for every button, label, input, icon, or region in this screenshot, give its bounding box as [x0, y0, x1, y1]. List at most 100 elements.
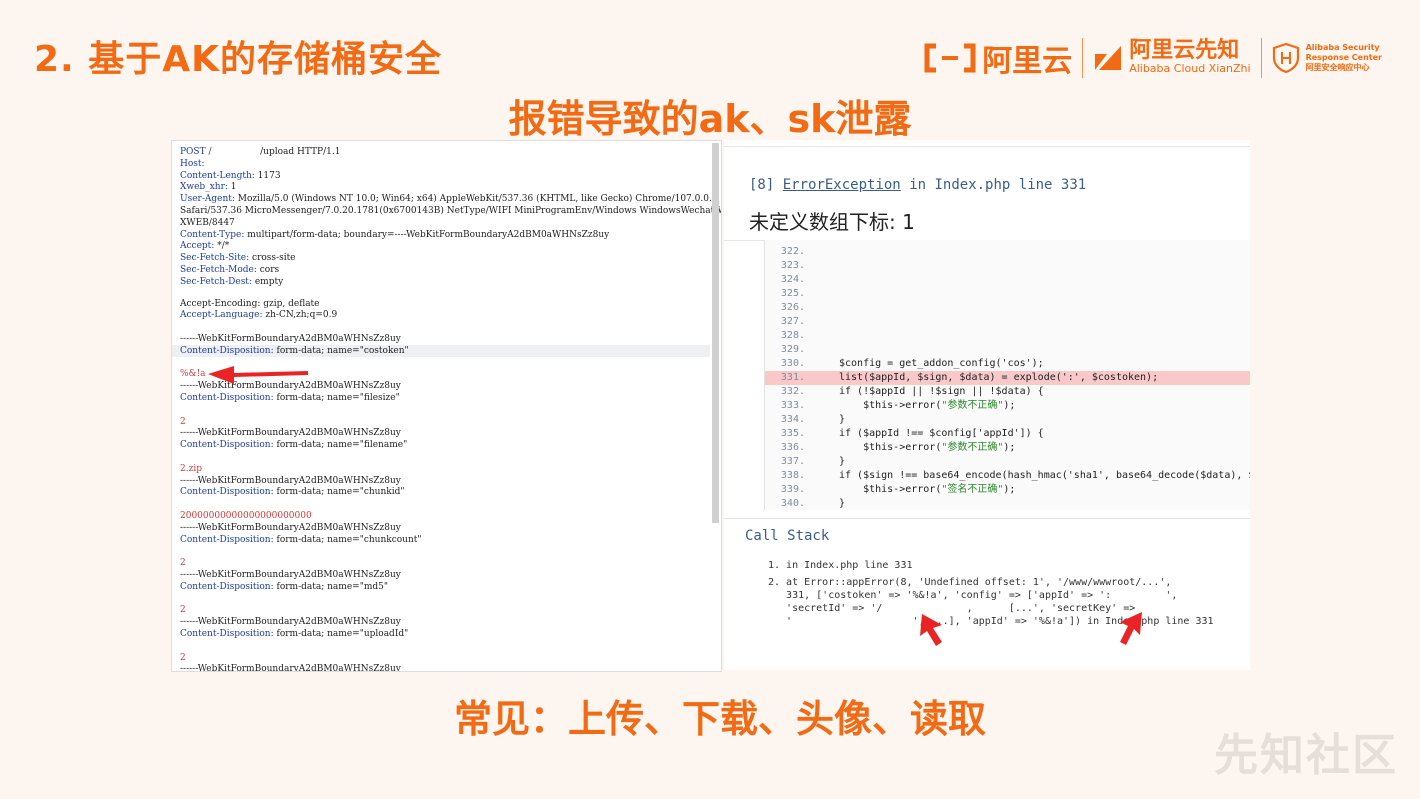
red-arrow-costoken [208, 366, 308, 384]
code-line: 336. $this->error("参数不正确"); [765, 441, 1250, 455]
line-number: 324. [780, 274, 805, 285]
content-disposition-line: Content-Disposition: form-data; name="co… [172, 344, 710, 357]
multipart-boundary: ------WebKitFormBoundaryA2dBM0aWHNsZz8uy [180, 522, 401, 533]
code-text: } [839, 414, 846, 425]
code-line-error: 331. list($appId, $sign, $data) = explode… [765, 371, 1250, 385]
code-line: 333. $this->error("参数不正确"); [765, 399, 1250, 413]
line-number: 338. [780, 470, 805, 481]
code-text: list($appId, $sign, $data) = explode(':'… [839, 372, 1159, 383]
line-number: 328. [780, 330, 805, 341]
field-value: 2 [180, 416, 186, 427]
asrc-logo: Alibaba Security Response Center 阿里安全响应中… [1272, 42, 1382, 74]
code-line: 337.} [765, 455, 1250, 469]
code-line: 323. [765, 259, 1250, 273]
code-text: } [839, 456, 846, 467]
error-panel-top-line [724, 146, 1250, 147]
logo-bar: 阿里云 阿里云先知 Alibaba Cloud XianZhi Alibaba … [924, 36, 1382, 80]
field-value: 2 [180, 558, 186, 569]
code-line: 340.} [765, 497, 1250, 511]
content-disposition-line: Content-Disposition: form-data; name="up… [180, 629, 409, 639]
aliyun-bracket-icon [924, 43, 976, 73]
line-number: 322. [780, 246, 805, 257]
error-code: [8] [749, 177, 775, 193]
content-disposition-line: Content-Disposition: form-data; name="fi… [180, 393, 400, 403]
field-value: 2 [180, 605, 186, 616]
content-disposition-line: Content-Disposition: form-data; name="fi… [180, 440, 408, 451]
logo-separator [1082, 38, 1084, 78]
code-line: 339. $this->error("签名不正确"); [765, 483, 1250, 497]
slide-footer: 常见：上传、下载、头像、读取 [453, 697, 986, 741]
code-line: 327. [765, 315, 1250, 329]
code-text: } [839, 498, 846, 509]
aliyun-logo-text: 阿里云 [982, 44, 1073, 79]
error-panel: [8] ErrorException in Index.php line 331… [724, 140, 1250, 670]
code-text: if ($appId !== $config['appId']) { [839, 428, 1044, 439]
request-header-line: Content-Type: multipart/form-data; bound… [180, 229, 610, 240]
request-scrollbar[interactable] [712, 143, 719, 523]
xianzhi-logo-en: Alibaba Cloud XianZhi [1129, 62, 1251, 75]
line-number: 325. [780, 288, 805, 299]
line-number: 339. [780, 484, 805, 495]
line-number: 329. [780, 344, 805, 355]
call-stack-line: 331, ['costoken' => '%&!a', 'config' => … [768, 590, 1178, 601]
code-line: 338. if ($sign !== base64_encode(hash_hma… [765, 469, 1250, 483]
request-header-line: Xweb_xhr: 1 [180, 182, 237, 193]
content-disposition-line: Content-Disposition: form-data; name="ch… [180, 487, 405, 498]
request-header-line: Host: [180, 158, 205, 169]
code-line: 325. [765, 287, 1250, 301]
error-message: 未定义数组下标: 1 [749, 210, 915, 234]
line-number: 336. [780, 442, 805, 453]
field-value: 20000000000000000000000 [180, 511, 312, 521]
code-text: $this->error("签名不正确"); [839, 484, 1016, 495]
watermark: 先知社区 [1214, 730, 1398, 781]
line-number: 332. [780, 386, 805, 397]
line-number: 334. [780, 414, 805, 425]
code-line: 322. [765, 245, 1250, 259]
request-header-line: Sec-Fetch-Site: cross-site [180, 253, 296, 264]
code-text: if ($sign !== base64_encode(hash_hmac('s… [839, 470, 1250, 481]
code-text: if (!$appId || !$sign || !$data) { [839, 386, 1044, 397]
red-arrow-secret-key [1120, 612, 1142, 645]
xianzhi-mark-icon [1095, 46, 1122, 70]
aliyun-logo: 阿里云 [924, 36, 1072, 80]
request-header-line: Accept-Language: zh-CN,zh;q=0.9 [180, 310, 338, 321]
multipart-boundary: ------WebKitFormBoundaryA2dBM0aWHNsZz8uy [180, 334, 401, 344]
line-number: 327. [780, 316, 805, 327]
content-disposition-line: Content-Disposition: form-data; name="md… [180, 581, 388, 592]
slide-subtitle: 报错导致的ak、sk泄露 [508, 97, 912, 141]
slide-title: 2. 基于AK的存储桶安全 [34, 39, 443, 80]
logo-separator [1260, 38, 1262, 78]
call-stack-line: 'secretId' => '/ , [...', 'secretKey' => [768, 603, 1136, 614]
xianzhi-logo-cn: 阿里云先知 [1129, 38, 1240, 63]
request-header-line: User-Agent: Mozilla/5.0 (Windows NT 10.0… [180, 194, 718, 205]
code-line: 332. if (!$appId || !$sign || !$data) { [765, 385, 1250, 399]
multipart-boundary: ------WebKitFormBoundaryA2dBM0aWHNsZz8uy [180, 570, 401, 580]
request-header-line: POST / /upload HTTP/1.1 [180, 147, 341, 157]
request-header-line: XWEB/8447 [180, 217, 235, 228]
multipart-boundary: ------WebKitFormBoundaryA2dBM0aWHNsZz8uy [180, 664, 401, 672]
line-number: 335. [780, 428, 805, 439]
line-number: 330. [780, 358, 805, 369]
line-number: 337. [780, 456, 805, 467]
line-number: 326. [780, 302, 805, 313]
request-header-line: Safari/537.36 MicroMessenger/7.0.20.1781… [180, 206, 722, 216]
request-panel: POST / /upload HTTP/1.1 Host: Content-Leng… [171, 140, 722, 672]
request-header-line: Sec-Fetch-Mode: cors [180, 265, 280, 275]
code-line: 335. if ($appId !== $config['appId']) { [765, 427, 1250, 441]
code-text: $config = get_addon_config('cos'); [839, 358, 1044, 369]
line-number: 333. [780, 400, 805, 411]
error-exception-link[interactable]: ErrorException [783, 177, 901, 193]
call-stack-title: Call Stack [745, 528, 830, 544]
line-number: 331. [780, 372, 805, 383]
code-text: $this->error("参数不正确"); [839, 400, 1016, 411]
asrc-line-3: 阿里安全响应中心 [1305, 63, 1370, 72]
code-line: 324. [765, 273, 1250, 287]
call-stack-line: 1. in Index.php line 331 [768, 560, 913, 571]
code-line: 326. [765, 301, 1250, 315]
field-value: 2.zip [180, 463, 202, 474]
asrc-line-2: Response Center [1305, 53, 1382, 62]
multipart-boundary: ------WebKitFormBoundaryA2dBM0aWHNsZz8uy [180, 428, 401, 439]
line-number: 323. [780, 260, 805, 271]
code-line: 330. $config = get_addon_config('cos'); [765, 357, 1250, 371]
code-line: 328. [765, 329, 1250, 343]
